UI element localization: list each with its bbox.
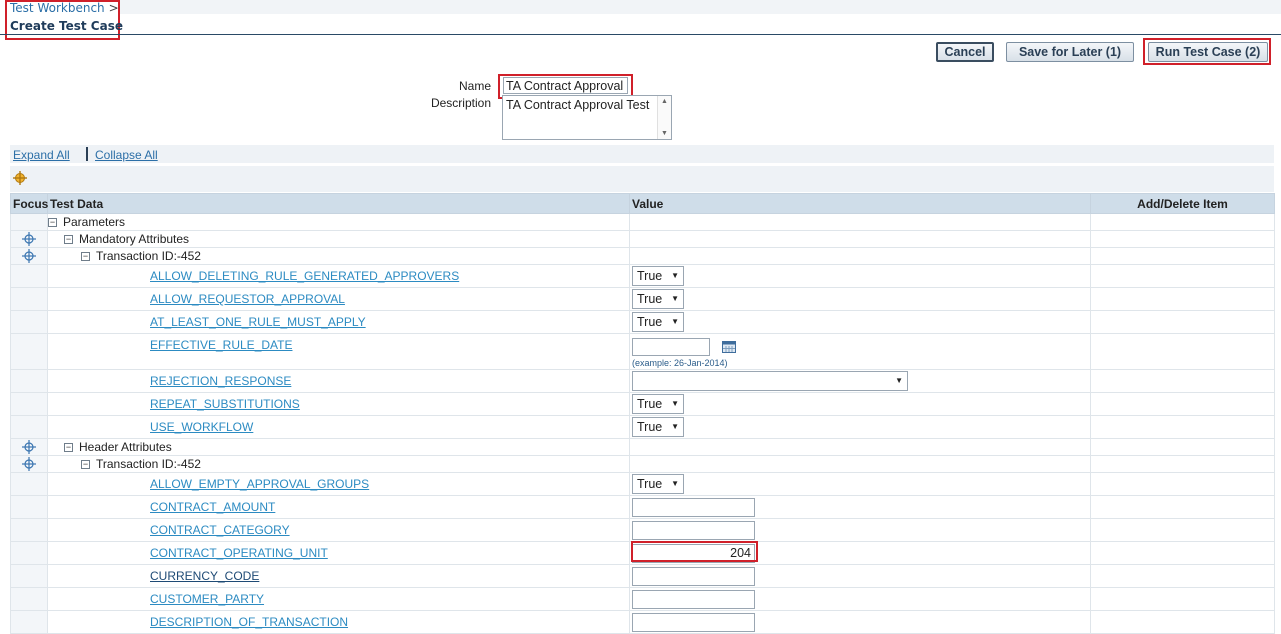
parameters-label: Parameters	[63, 215, 126, 229]
value-select[interactable]: True ▼	[632, 266, 684, 286]
table-row: − Transaction ID:-452	[10, 455, 1275, 473]
operating-unit-input[interactable]: 204	[632, 543, 755, 563]
link-separator	[86, 147, 88, 161]
focus-column-header: Focus	[10, 193, 48, 214]
scroll-down-icon[interactable]: ▼	[661, 130, 668, 137]
table-row: CONTRACT_CATEGORY	[10, 518, 1275, 542]
toolbar-bar	[10, 166, 1274, 192]
expand-all-link[interactable]: Expand All	[13, 148, 70, 162]
save-for-later-button[interactable]: Save for Later (1)	[1006, 42, 1134, 62]
scroll-up-icon[interactable]: ▲	[661, 98, 668, 105]
attribute-link[interactable]: DESCRIPTION_OF_TRANSACTION	[48, 615, 348, 629]
attribute-link[interactable]: CUSTOMER_PARTY	[48, 592, 264, 606]
test-data-column-header: Test Data	[47, 193, 630, 214]
value-input[interactable]	[632, 497, 755, 517]
header-attributes-label: Header Attributes	[79, 440, 172, 454]
table-row: CUSTOMER_PARTY	[10, 587, 1275, 611]
attribute-link[interactable]: REPEAT_SUBSTITUTIONS	[48, 397, 300, 411]
attribute-link[interactable]: REJECTION_RESPONSE	[48, 374, 291, 388]
test-data-table: Focus Test Data Value Add/Delete Item − P…	[10, 193, 1275, 634]
collapse-toggle-icon[interactable]: −	[64, 235, 73, 245]
focus-crosshair-icon[interactable]	[22, 249, 36, 264]
attribute-link[interactable]: ALLOW_DELETING_RULE_GENERATED_APPROVERS	[48, 269, 459, 283]
table-row: ALLOW_EMPTY_APPROVAL_GROUPS True ▼	[10, 472, 1275, 496]
title-divider	[0, 34, 1281, 35]
top-band	[120, 0, 1281, 14]
cancel-button[interactable]: Cancel	[936, 42, 994, 62]
attribute-link[interactable]: CONTRACT_CATEGORY	[48, 523, 290, 537]
page-title: Create Test Case	[10, 19, 123, 33]
value-select[interactable]: True ▼	[632, 417, 684, 437]
chevron-down-icon: ▼	[671, 294, 679, 303]
value-select[interactable]: True ▼	[632, 474, 684, 494]
table-row: DESCRIPTION_OF_TRANSACTION	[10, 610, 1275, 634]
value-input[interactable]	[632, 520, 755, 540]
chevron-down-icon: ▼	[895, 376, 903, 385]
transaction-id-label: Transaction ID:-452	[96, 457, 201, 471]
breadcrumb-link-test-workbench[interactable]: Test Workbench	[10, 1, 105, 15]
focus-crosshair-icon[interactable]	[22, 457, 36, 472]
table-row: CURRENCY_CODE	[10, 564, 1275, 588]
table-row: − Header Attributes	[10, 438, 1275, 456]
attribute-link[interactable]: CURRENCY_CODE	[48, 569, 259, 583]
collapse-toggle-icon[interactable]: −	[81, 252, 90, 262]
chevron-down-icon: ▼	[671, 317, 679, 326]
value-input[interactable]	[632, 566, 755, 586]
name-label: Name	[458, 79, 491, 93]
tree-controls-bar: Expand All Collapse All	[10, 145, 1274, 163]
table-row: EFFECTIVE_RULE_DATE (example: 26-Jan-201…	[10, 333, 1275, 370]
breadcrumb: Test Workbench >	[10, 1, 119, 15]
value-input[interactable]	[632, 589, 755, 609]
description-text: TA Contract Approval Test	[506, 98, 650, 112]
table-row: ALLOW_REQUESTOR_APPROVAL True ▼	[10, 287, 1275, 311]
attribute-link[interactable]: CONTRACT_OPERATING_UNIT	[48, 546, 328, 560]
focus-crosshair-icon[interactable]	[13, 171, 27, 185]
focus-crosshair-icon[interactable]	[22, 232, 36, 247]
table-row: AT_LEAST_ONE_RULE_MUST_APPLY True ▼	[10, 310, 1275, 334]
date-input[interactable]	[632, 337, 710, 356]
value-select[interactable]: True ▼	[632, 394, 684, 414]
attribute-link[interactable]: ALLOW_REQUESTOR_APPROVAL	[48, 292, 345, 306]
table-row: REPEAT_SUBSTITUTIONS True ▼	[10, 392, 1275, 416]
table-row: CONTRACT_OPERATING_UNIT 204	[10, 541, 1275, 565]
breadcrumb-separator: >	[108, 1, 119, 15]
collapse-toggle-icon[interactable]: −	[48, 218, 57, 228]
chevron-down-icon: ▼	[671, 422, 679, 431]
attribute-link[interactable]: CONTRACT_AMOUNT	[48, 500, 275, 514]
run-test-case-button[interactable]: Run Test Case (2)	[1148, 42, 1268, 62]
value-select[interactable]: True ▼	[632, 312, 684, 332]
table-row: − Mandatory Attributes	[10, 230, 1275, 248]
attribute-link[interactable]: ALLOW_EMPTY_APPROVAL_GROUPS	[48, 477, 369, 491]
chevron-down-icon: ▼	[671, 479, 679, 488]
table-row: − Parameters	[10, 213, 1275, 231]
table-row: CONTRACT_AMOUNT	[10, 495, 1275, 519]
table-row: USE_WORKFLOW True ▼	[10, 415, 1275, 439]
table-row: − Transaction ID:-452	[10, 247, 1275, 265]
table-row: REJECTION_RESPONSE ▼	[10, 369, 1275, 393]
collapse-toggle-icon[interactable]: −	[81, 460, 90, 470]
value-column-header: Value	[629, 193, 1091, 214]
collapse-all-link[interactable]: Collapse All	[95, 148, 158, 162]
attribute-link[interactable]: USE_WORKFLOW	[48, 420, 253, 434]
collapse-toggle-icon[interactable]: −	[64, 443, 73, 453]
attribute-link[interactable]: AT_LEAST_ONE_RULE_MUST_APPLY	[48, 315, 366, 329]
focus-crosshair-icon[interactable]	[22, 440, 36, 455]
description-field[interactable]: TA Contract Approval Test ▲ ▼	[502, 95, 672, 140]
value-select[interactable]: True ▼	[632, 289, 684, 309]
description-label: Description	[430, 96, 491, 110]
name-field[interactable]	[503, 77, 628, 94]
table-row: ALLOW_DELETING_RULE_GENERATED_APPROVERS …	[10, 264, 1275, 288]
date-format-hint: (example: 26-Jan-2014)	[632, 357, 728, 368]
value-input[interactable]	[632, 612, 755, 632]
mandatory-attributes-label: Mandatory Attributes	[79, 232, 190, 246]
value-select[interactable]: ▼	[632, 371, 908, 391]
chevron-down-icon: ▼	[671, 399, 679, 408]
chevron-down-icon: ▼	[671, 271, 679, 280]
attribute-link[interactable]: EFFECTIVE_RULE_DATE	[48, 338, 292, 352]
description-scrollbar[interactable]: ▲ ▼	[657, 96, 671, 139]
add-delete-column-header: Add/Delete Item	[1090, 193, 1275, 214]
calendar-icon[interactable]	[722, 340, 737, 353]
transaction-id-label: Transaction ID:-452	[96, 249, 201, 263]
